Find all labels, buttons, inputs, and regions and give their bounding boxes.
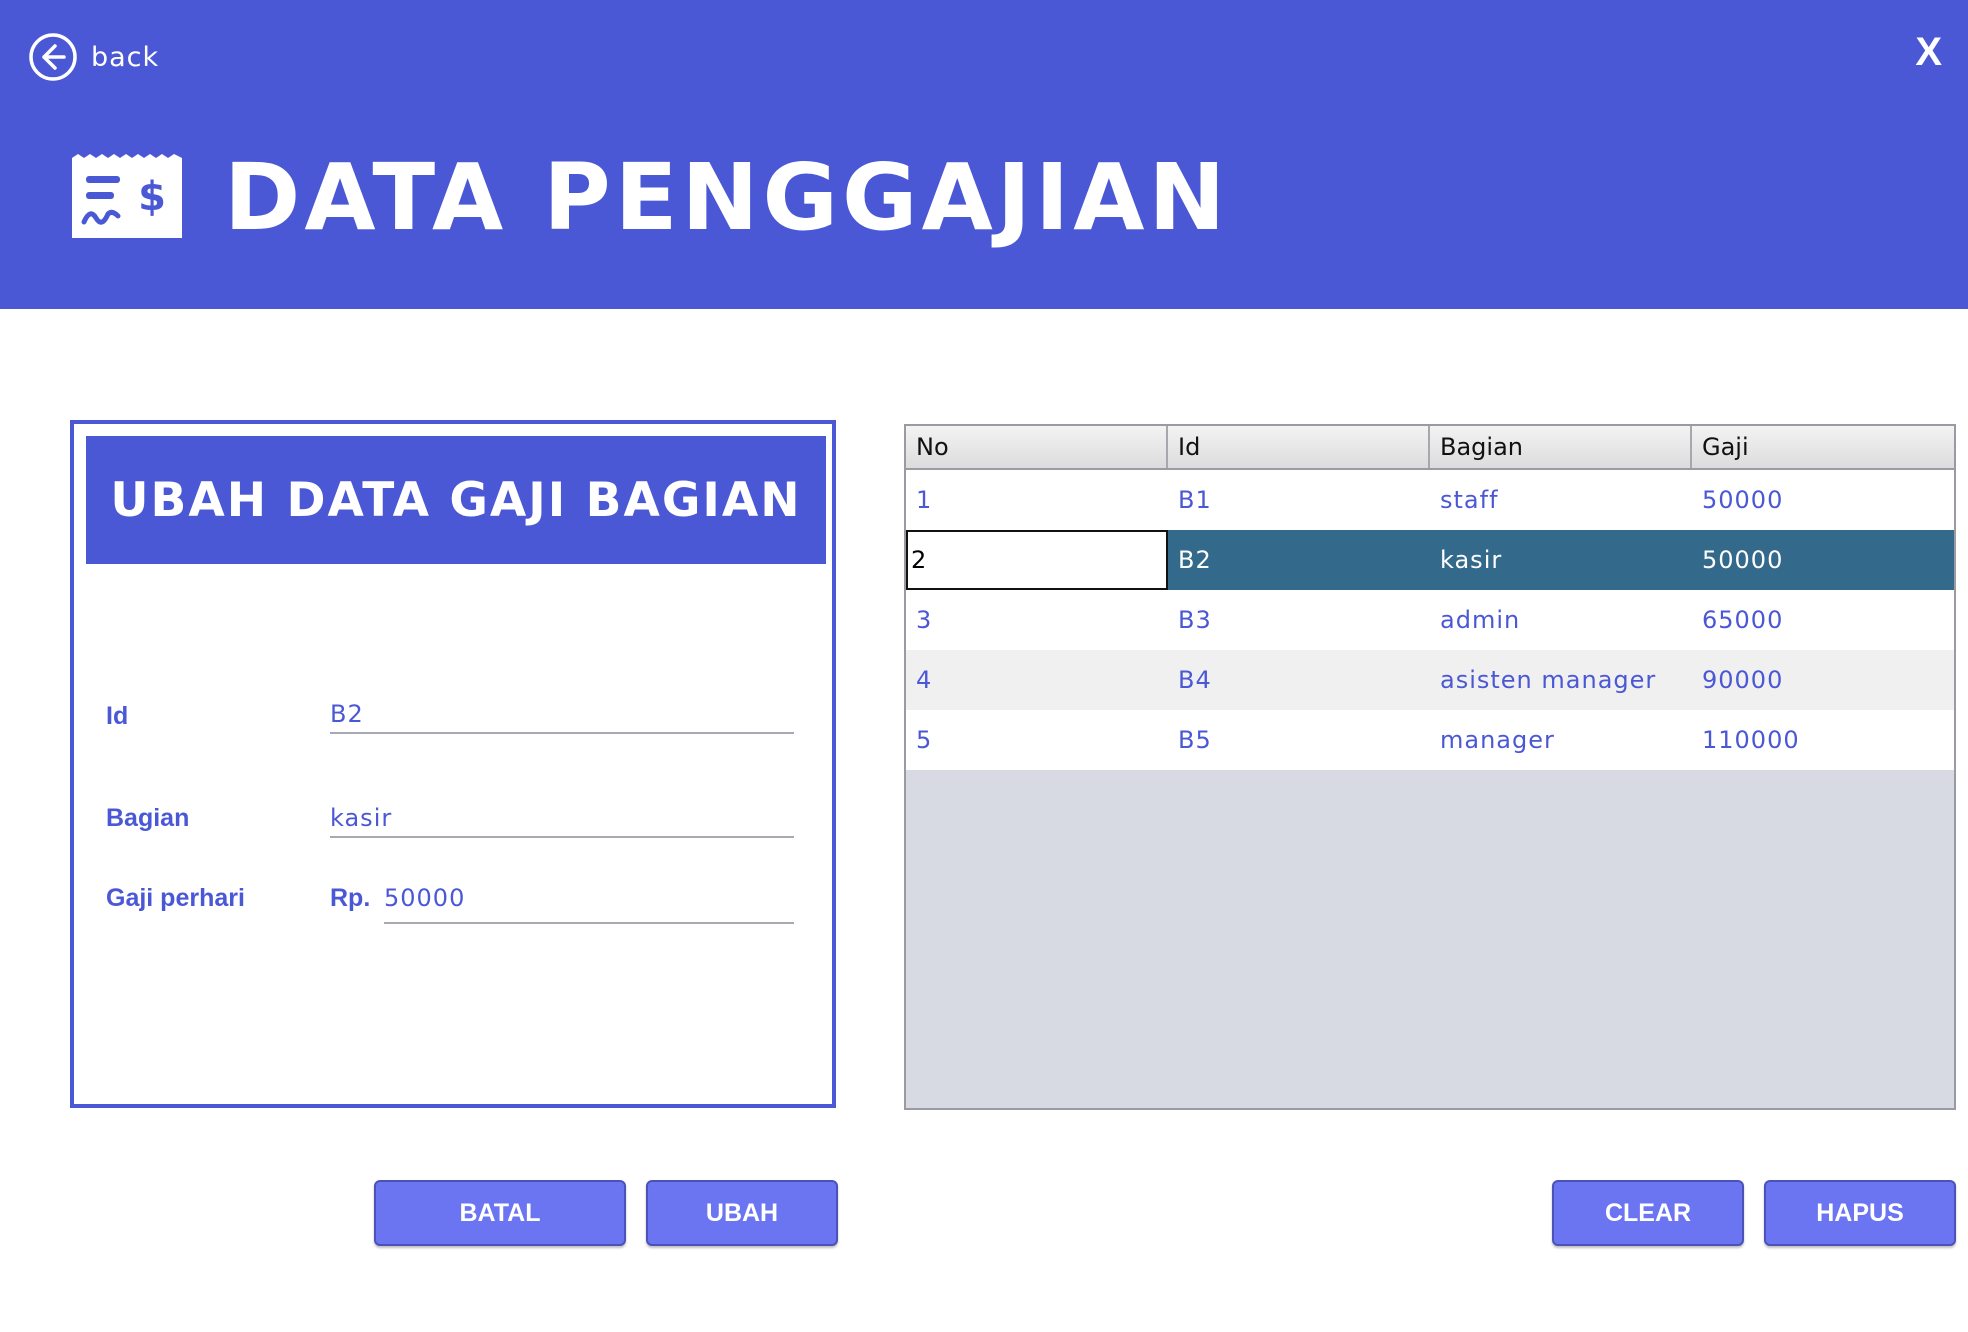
gaji-field[interactable]: 50000 bbox=[384, 878, 794, 924]
table-cell[interactable]: 50000 bbox=[1692, 530, 1952, 590]
column-header-id[interactable]: Id bbox=[1168, 426, 1430, 468]
payroll-receipt-icon: $ bbox=[72, 154, 182, 238]
form-banner: UBAH DATA GAJI BAGIAN bbox=[86, 436, 826, 564]
column-header-no[interactable]: No bbox=[906, 426, 1168, 468]
bagian-label: Bagian bbox=[106, 804, 190, 832]
table-cell[interactable]: 3 bbox=[906, 590, 1168, 650]
table-cell[interactable]: B4 bbox=[1168, 650, 1430, 710]
table-cell[interactable]: 110000 bbox=[1692, 710, 1952, 770]
table-cell[interactable]: asisten manager bbox=[1430, 650, 1692, 710]
table-header: No Id Bagian Gaji bbox=[906, 426, 1954, 470]
header-bar: back X $ DATA PENGGAJIAN bbox=[0, 0, 1968, 309]
close-button[interactable]: X bbox=[1915, 30, 1942, 75]
table-cell[interactable]: B2 bbox=[1168, 530, 1430, 590]
table-cell[interactable]: admin bbox=[1430, 590, 1692, 650]
table-cell[interactable]: staff bbox=[1430, 470, 1692, 530]
table-cell[interactable]: B5 bbox=[1168, 710, 1430, 770]
back-label: back bbox=[91, 41, 160, 73]
table-cell-editing[interactable]: 2 bbox=[906, 530, 1168, 590]
table-cell[interactable]: 5 bbox=[906, 710, 1168, 770]
hapus-button[interactable]: HAPUS bbox=[1764, 1180, 1956, 1246]
table-cell[interactable]: 4 bbox=[906, 650, 1168, 710]
table-cell[interactable]: B3 bbox=[1168, 590, 1430, 650]
batal-button[interactable]: BATAL bbox=[374, 1180, 626, 1246]
table-cell[interactable]: 50000 bbox=[1692, 470, 1952, 530]
table-cell[interactable]: kasir bbox=[1430, 530, 1692, 590]
table-cell[interactable]: 90000 bbox=[1692, 650, 1952, 710]
table-row-selected[interactable]: 2 B2 kasir 50000 bbox=[906, 530, 1954, 590]
table-row[interactable]: 5 B5 manager 110000 bbox=[906, 710, 1954, 770]
ubah-button[interactable]: UBAH bbox=[646, 1180, 838, 1246]
bagian-field[interactable]: kasir bbox=[330, 798, 794, 838]
table-row[interactable]: 1 B1 staff 50000 bbox=[906, 470, 1954, 530]
table-cell[interactable]: manager bbox=[1430, 710, 1692, 770]
column-header-bagian[interactable]: Bagian bbox=[1430, 426, 1692, 468]
table-row[interactable]: 3 B3 admin 65000 bbox=[906, 590, 1954, 650]
table-cell[interactable]: 65000 bbox=[1692, 590, 1952, 650]
table-cell[interactable]: B1 bbox=[1168, 470, 1430, 530]
id-label: Id bbox=[106, 702, 129, 730]
gaji-label: Gaji perhari bbox=[106, 884, 245, 912]
column-header-gaji[interactable]: Gaji bbox=[1692, 426, 1952, 468]
back-button[interactable]: back bbox=[28, 32, 159, 82]
page-title: DATA PENGGAJIAN bbox=[224, 144, 1230, 251]
edit-form-panel: UBAH DATA GAJI BAGIAN Id B2 Bagian kasir… bbox=[70, 420, 836, 1108]
svg-text:$: $ bbox=[138, 174, 166, 220]
currency-prefix: Rp. bbox=[330, 884, 371, 912]
table-row[interactable]: 4 B4 asisten manager 90000 bbox=[906, 650, 1954, 710]
table-cell[interactable]: 1 bbox=[906, 470, 1168, 530]
clear-button[interactable]: CLEAR bbox=[1552, 1180, 1744, 1246]
id-field[interactable]: B2 bbox=[330, 694, 794, 734]
bagian-table: No Id Bagian Gaji 1 B1 staff 50000 2 B2 … bbox=[904, 424, 1956, 1110]
arrow-left-circle-icon bbox=[29, 33, 77, 81]
